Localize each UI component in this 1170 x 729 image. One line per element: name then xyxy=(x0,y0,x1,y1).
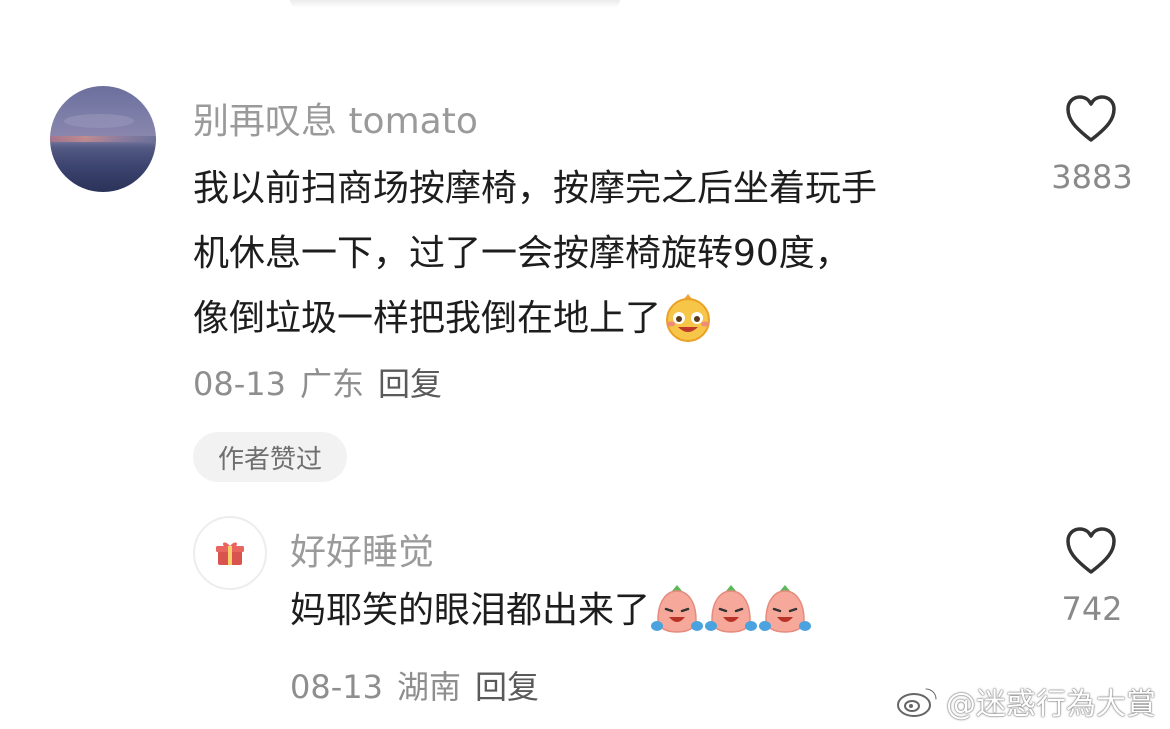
replier-username[interactable]: 好好睡觉 xyxy=(290,523,434,575)
reply-reply-button[interactable]: 回复 xyxy=(475,668,539,706)
reply-text-row: 妈耶笑的眼泪都出来了 xyxy=(290,578,812,645)
reply-like-count: 742 xyxy=(1061,590,1123,628)
reply-text: 妈耶笑的眼泪都出来了 xyxy=(290,590,651,631)
comment-line-3: 像倒垃圾一样把我倒在地上了 xyxy=(193,298,662,339)
comment-line-1: 我以前扫商场按摩椅，按摩完之后坐着玩手 xyxy=(193,168,878,209)
crying-laugh-emoji-icon xyxy=(650,580,704,645)
previous-content-edge xyxy=(290,0,620,8)
comment-like-button[interactable] xyxy=(1064,94,1118,148)
comment-text: 我以前扫商场按摩椅，按摩完之后坐着玩手 机休息一下，过了一会按摩椅旋转90度， … xyxy=(193,156,877,351)
commenter-username[interactable]: 别再叹息 tomato xyxy=(193,92,478,144)
reply-like-button[interactable] xyxy=(1064,526,1118,580)
comment-like-count: 3883 xyxy=(1051,158,1133,196)
comment-reply-button[interactable]: 回复 xyxy=(378,365,442,403)
reply-location: 湖南 xyxy=(396,668,461,706)
heart-icon xyxy=(1066,95,1116,142)
commenter-avatar[interactable] xyxy=(50,86,156,192)
reply-date: 08-13 xyxy=(290,668,383,706)
comment-date: 08-13 xyxy=(193,365,286,403)
laughing-tears-emoji-icon xyxy=(661,288,715,353)
weibo-watermark: @迷惑行為大賞 xyxy=(896,681,1156,722)
watermark-text: @迷惑行為大賞 xyxy=(946,687,1156,722)
crying-laugh-emoji-icon xyxy=(758,580,812,645)
reply-meta: 08-13 湖南 回复 xyxy=(290,662,539,708)
comment-location: 广东 xyxy=(299,365,364,403)
comment-meta: 08-13 广东 回复 xyxy=(193,359,442,405)
replier-avatar[interactable] xyxy=(193,516,267,590)
crying-laugh-emoji-icon xyxy=(704,580,758,645)
author-liked-badge: 作者赞过 xyxy=(193,432,347,482)
comment-line-2: 机休息一下，过了一会按摩椅旋转90度， xyxy=(193,233,851,274)
weibo-logo-icon xyxy=(897,687,938,717)
gift-icon xyxy=(216,542,244,565)
heart-icon xyxy=(1066,527,1116,574)
